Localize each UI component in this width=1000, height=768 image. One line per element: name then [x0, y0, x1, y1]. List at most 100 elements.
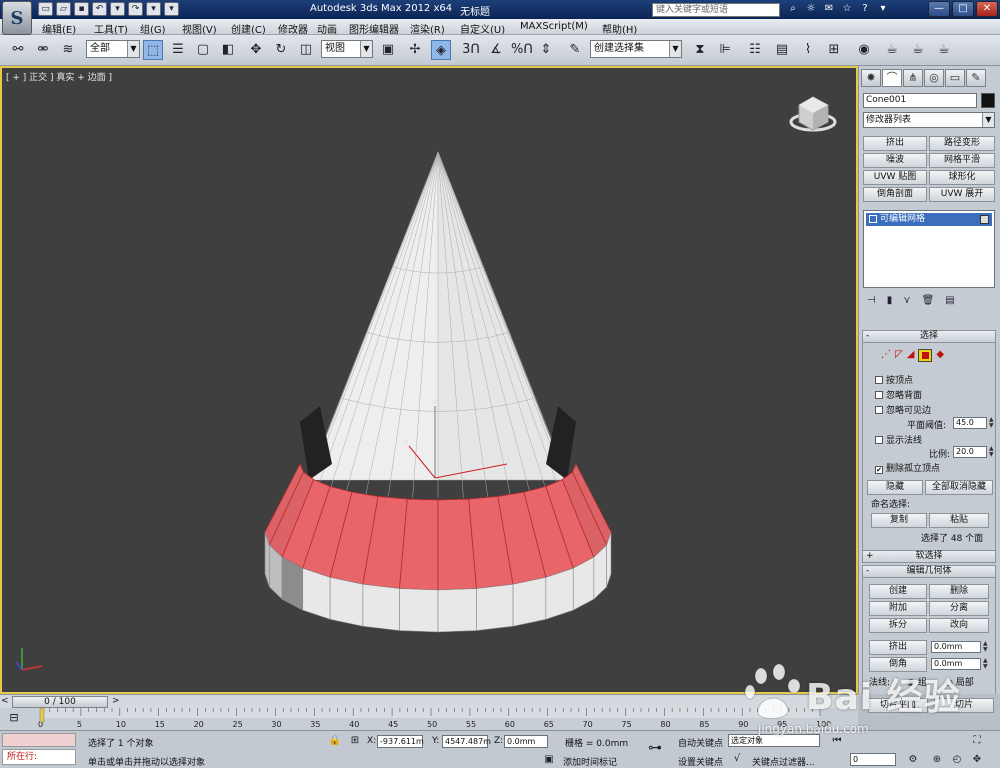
zoom-extents-icon[interactable]: ⊕ [930, 753, 944, 767]
time-prev-button[interactable]: < [1, 696, 9, 706]
select-object-icon[interactable]: ⬚ [143, 40, 163, 60]
menu-views[interactable]: 视图(V) [182, 21, 217, 36]
pan-view-icon[interactable]: ✥ [970, 753, 984, 767]
selection-filter-dropdown[interactable]: 全部 ▼ [86, 40, 140, 58]
z-coordinate-field[interactable]: 0.0mm [504, 735, 548, 748]
selection-rollout-header[interactable]: - 选择 [862, 330, 996, 343]
curve-editor-icon[interactable]: ⌇ [798, 40, 818, 60]
snaps-toggle-icon[interactable]: 3ᑎ [461, 40, 481, 60]
maxscript-listener-input[interactable] [2, 733, 76, 747]
spinner-arrows-icon[interactable]: ▲ ▼ [983, 641, 989, 653]
menu-tools[interactable]: 工具(T) [94, 21, 128, 36]
element-subobject-icon[interactable]: ◆ [936, 349, 944, 362]
select-scale-icon[interactable]: ◫ [296, 40, 316, 60]
hide-button[interactable]: 隐藏 [867, 480, 923, 495]
pivot-center-icon[interactable]: ▣ [378, 40, 398, 60]
modifier-path-deform-button[interactable]: 路径变形 [929, 136, 995, 151]
modifier-unwrap-uvw-button[interactable]: UVW 展开 [929, 187, 995, 202]
communication-center-icon[interactable]: ✉ [822, 2, 836, 16]
menu-animation[interactable]: 动画 [317, 21, 337, 36]
undo-dropdown-icon[interactable]: ▾ [110, 2, 125, 16]
app-logo-button[interactable]: S [2, 1, 32, 35]
menu-rendering[interactable]: 渲染(R) [410, 21, 445, 36]
turn-button[interactable]: 改向 [929, 618, 989, 633]
viewcube[interactable] [789, 96, 837, 132]
spinner-arrows-icon[interactable]: ▲ ▼ [989, 446, 995, 458]
slice-plane-button-visible[interactable]: 切片平面 [868, 698, 928, 713]
select-rotate-icon[interactable]: ↻ [271, 40, 291, 60]
percent-snap-icon[interactable]: %ᑎ [511, 40, 533, 60]
divide-button[interactable]: 拆分 [869, 618, 927, 633]
quick-access-menu-icon[interactable]: ▾ [164, 2, 179, 16]
spinner-snap-icon[interactable]: ⇕ [536, 40, 556, 60]
undo-icon[interactable]: ↶ [92, 2, 107, 16]
edit-geometry-rollout-header[interactable]: - 编辑几何体 [862, 565, 996, 578]
set-key-icon[interactable]: ⊶ [648, 741, 662, 755]
by-vertex-checkbox[interactable]: 按顶点 [875, 373, 913, 386]
menu-create[interactable]: 创建(C) [231, 21, 266, 36]
current-frame-field[interactable]: 0 [850, 753, 896, 766]
face-subobject-icon[interactable]: ◢ [907, 349, 915, 362]
make-unique-icon[interactable]: ⋎ [903, 295, 910, 306]
x-coordinate-field[interactable]: -937.611m [377, 735, 424, 748]
help-dropdown-icon[interactable]: ▾ [876, 2, 890, 16]
layer-manager-icon[interactable]: ☷ [745, 40, 765, 60]
goto-start-icon[interactable]: ⏮ [830, 734, 844, 748]
bevel-amount-spinner[interactable]: 0.0mm [931, 658, 981, 670]
modifier-meshsmooth-button[interactable]: 网格平滑 [929, 153, 995, 168]
configure-modifier-sets-icon[interactable]: ▤ [945, 295, 954, 306]
schematic-view-icon[interactable]: ⊞ [824, 40, 844, 60]
render-production-icon[interactable]: ☕ [934, 40, 954, 60]
mirror-icon[interactable]: ⧗ [690, 40, 710, 60]
add-time-tag-button[interactable]: 添加时间标记 [563, 755, 617, 768]
link-icon[interactable]: ⚯ [8, 40, 28, 60]
save-file-icon[interactable]: ▪ [74, 2, 89, 16]
close-button[interactable]: ✕ [976, 1, 998, 17]
slice-button[interactable]: 切片 [934, 698, 994, 713]
key-filters-button[interactable]: 关键点过滤器... [752, 755, 815, 768]
extrude-button[interactable]: 挤出 [869, 640, 927, 655]
expand-toggle-icon[interactable] [869, 215, 877, 223]
menu-edit[interactable]: 编辑(E) [42, 21, 76, 36]
auto-key-button[interactable]: 自动关键点 [678, 736, 723, 749]
angle-snap-icon[interactable]: ∡ [486, 40, 506, 60]
align-icon[interactable]: ⊫ [715, 40, 735, 60]
key-selection-dropdown[interactable]: 选定对象 [728, 734, 820, 747]
reference-coordinate-dropdown[interactable]: 视图 ▼ [321, 40, 373, 58]
normal-group-radio[interactable]: ◉ 组 [907, 675, 927, 688]
material-editor-icon[interactable]: ◉ [854, 40, 874, 60]
normal-local-radio[interactable]: ○ 局部 [945, 675, 974, 688]
stack-item-editable-mesh[interactable]: 可编辑网格 [866, 213, 992, 226]
maximize-viewport-icon[interactable]: ⛶ [970, 734, 984, 748]
absolute-mode-icon[interactable]: ⊞ [348, 734, 362, 748]
unlink-icon[interactable]: ⚮ [33, 40, 53, 60]
perspective-viewport[interactable]: [ + ] 正交 ] 真实 + 边面 ] z x y [0, 66, 858, 694]
graphite-toolbar-icon[interactable]: ▤ [772, 40, 792, 60]
hierarchy-tab-icon[interactable]: ⋔ [903, 69, 923, 87]
redo-dropdown-icon[interactable]: ▾ [146, 2, 161, 16]
planar-threshold-spinner[interactable]: 45.0 [953, 417, 987, 429]
time-tag-icon[interactable]: ▣ [542, 753, 556, 767]
help-icon[interactable]: ? [858, 2, 872, 16]
scale-spinner[interactable]: 20.0 [953, 446, 987, 458]
track-bar[interactable]: ⊟ 0 5 10 15 20 25 30 35 40 45 50 55 60 65 70 75 80 85 90 95… [0, 708, 858, 730]
delete-button[interactable]: 删除 [929, 584, 989, 599]
key-mode-icon[interactable]: √ [730, 752, 744, 766]
menu-maxscript[interactable]: MAXScript(M) [520, 21, 588, 32]
time-next-button[interactable]: > [112, 696, 120, 706]
pin-stack-icon[interactable]: ⊣ [867, 295, 876, 306]
soft-selection-rollout-header[interactable]: + 软选择 [862, 550, 996, 563]
select-move-icon[interactable]: ✥ [246, 40, 266, 60]
time-slider[interactable]: < 0 / 100 > [0, 694, 858, 708]
modify-tab-icon[interactable]: ⌒ [882, 69, 902, 87]
spinner-arrows-icon[interactable]: ▲ ▼ [989, 417, 995, 429]
rectangular-selection-icon[interactable]: ▢ [193, 40, 213, 60]
modifier-bevel-profile-button[interactable]: 倒角剖面 [863, 187, 927, 202]
show-end-result-icon[interactable]: ▮ [887, 295, 893, 306]
maxscript-listener-label[interactable]: 所在行: [2, 749, 76, 765]
bevel-button[interactable]: 倒角 [869, 657, 927, 672]
paste-button[interactable]: 粘贴 [929, 513, 989, 528]
ignore-backfacing-checkbox[interactable]: 忽略背面 [875, 388, 922, 401]
render-setup-icon[interactable]: ☕ [882, 40, 902, 60]
object-color-swatch[interactable] [981, 93, 995, 108]
